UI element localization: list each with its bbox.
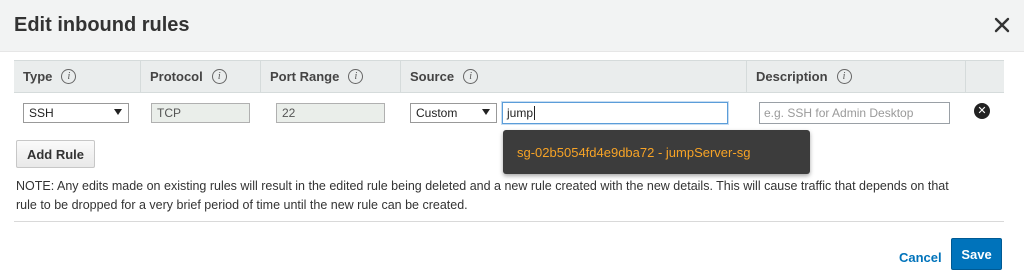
type-select-value: SSH (29, 106, 54, 120)
column-protocol: Protocol i (141, 61, 261, 92)
source-suggestion-item[interactable]: sg-02b5054fd4e9dba72 - jumpServer-sg (503, 130, 810, 174)
description-input[interactable]: e.g. SSH for Admin Desktop (759, 102, 950, 124)
table-header: Type i Protocol i Port Range i Source i … (14, 60, 1004, 93)
column-source-label: Source (410, 69, 455, 84)
info-icon[interactable]: i (463, 69, 479, 84)
column-description: Description i (747, 61, 966, 92)
add-rule-button[interactable]: Add Rule (16, 140, 95, 168)
rules-table: Type i Protocol i Port Range i Source i … (14, 60, 1004, 124)
column-actions (966, 61, 1004, 92)
column-description-label: Description (756, 69, 828, 84)
rule-row: SSH TCP 22 Custom jump e.g. SSH for Admi… (14, 93, 1004, 129)
column-type: Type i (14, 61, 141, 92)
info-icon[interactable]: i (348, 69, 364, 84)
footer-divider (14, 221, 1004, 222)
type-select[interactable]: SSH (23, 103, 129, 123)
dialog-header: Edit inbound rules (0, 0, 1024, 52)
cancel-button[interactable]: Cancel (899, 250, 942, 265)
source-mode-select[interactable]: Custom (410, 103, 497, 123)
info-icon[interactable]: i (211, 69, 227, 84)
save-button[interactable]: Save (951, 238, 1002, 270)
column-port-range-label: Port Range (270, 69, 340, 84)
column-port-range: Port Range i (261, 61, 401, 92)
source-input[interactable]: jump (502, 102, 728, 124)
chevron-down-icon (114, 109, 122, 115)
source-mode-value: Custom (416, 106, 458, 120)
text-cursor (534, 106, 536, 120)
info-icon[interactable]: i (61, 69, 77, 84)
column-type-label: Type (23, 69, 53, 84)
protocol-field: TCP (151, 103, 250, 123)
info-icon[interactable]: i (836, 69, 852, 84)
chevron-down-icon (482, 109, 490, 115)
port-range-field: 22 (276, 103, 385, 123)
dialog-title: Edit inbound rules (14, 14, 190, 36)
column-protocol-label: Protocol (150, 69, 203, 84)
note-text: NOTE: Any edits made on existing rules w… (16, 179, 949, 212)
close-icon[interactable] (990, 13, 1014, 37)
source-input-value: jump (507, 106, 534, 120)
column-source: Source i (401, 61, 747, 92)
remove-rule-icon[interactable]: ✕ (974, 103, 990, 119)
